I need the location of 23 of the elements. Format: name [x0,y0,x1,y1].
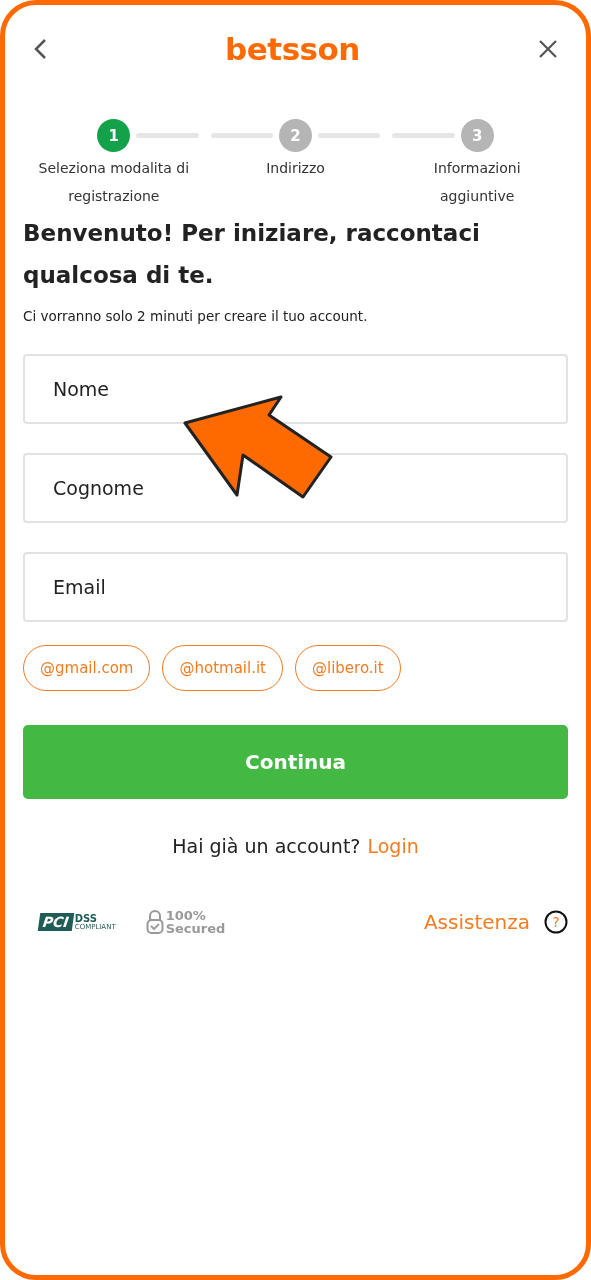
login-link[interactable]: Login [367,835,419,857]
step-number: 1 [97,119,131,152]
close-icon[interactable] [538,39,558,59]
email-suggestion-chip[interactable]: @hotmail.it [162,645,283,691]
help-icon[interactable]: ? [544,910,568,934]
secured-badge: 100% Secured [145,909,226,935]
step-label: Indirizzo [266,159,325,178]
logo: betsson [225,31,360,67]
login-prompt: Hai già un account? [172,835,361,857]
back-icon[interactable] [33,38,47,60]
input-field[interactable]: Email [23,552,568,622]
step-number: 2 [279,119,312,152]
continue-button[interactable]: Continua [23,725,568,799]
email-suggestion-chip[interactable]: @libero.it [295,645,401,691]
subtitle: Ci vorranno solo 2 minuti per creare il tuo account. [23,308,369,324]
input-field[interactable]: Nome [23,354,568,424]
help-link[interactable]: Assistenza [423,910,530,934]
input-field[interactable]: Cognome [23,453,568,523]
heading: Benvenuto! Per iniziare, raccontaci qualcosa di te. [23,219,481,290]
step-number: 3 [460,119,494,152]
step-label: Informazioni aggiuntive [432,159,522,206]
email-suggestion-chip[interactable]: @gmail.com [23,645,151,691]
step-label: Seleziona modalita di registrazione [37,159,191,206]
